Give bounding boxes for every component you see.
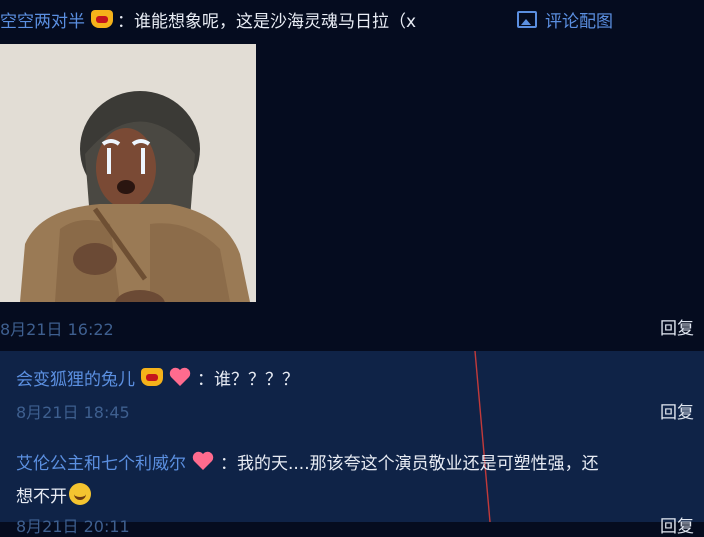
reply-1-text: ：谁？？？？ [197,369,299,390]
reply-2-timestamp: 8月21日 20:11 [16,517,130,536]
crown-badge-icon [91,10,113,28]
reply-1-line: 会变狐狸的兔儿 ：谁？？？？ [16,365,299,390]
reply-2-text: ：我的天....那该夸这个演员敬业还是可塑性强，还 [220,453,599,474]
reply-2-text-line2: 想不开 [16,486,67,507]
reply-1-timestamp: 8月21日 18:45 [16,403,130,422]
laughing-crying-emoji-icon [69,483,91,505]
crown-badge-icon [141,368,163,386]
image-icon [517,10,537,28]
heart-icon [169,367,191,387]
main-comment-text: ：谁能想象呢，这是沙海灵魂马日拉（x [117,11,417,32]
red-divider-line [474,351,491,522]
reply-2-username[interactable]: 艾伦公主和七个利威尔 [16,449,186,474]
reply-1-username[interactable]: 会变狐狸的兔儿 [16,365,135,390]
main-comment-username[interactable]: 空空两对半 [0,7,85,32]
main-comment-line: 空空两对半 ：谁能想象呢，这是沙海灵魂马日拉（x [0,6,416,32]
comment-image-link[interactable]: 评论配图 [517,6,613,32]
reply-1-reply-button[interactable]: 回复 [660,398,694,423]
comment-image-label: 评论配图 [545,11,613,32]
heart-icon [192,451,214,471]
reply-2-line2: 想不开 [16,481,91,507]
main-comment-timestamp: 8月21日 16:22 [0,320,114,339]
reply-2-line: 艾伦公主和七个利威尔 ：我的天....那该夸这个演员敬业还是可塑性强，还 [16,449,599,474]
comment-photo[interactable] [0,44,256,302]
reply-2-reply-button[interactable]: 回复 [660,512,694,537]
main-comment-reply-button[interactable]: 回复 [660,314,694,339]
